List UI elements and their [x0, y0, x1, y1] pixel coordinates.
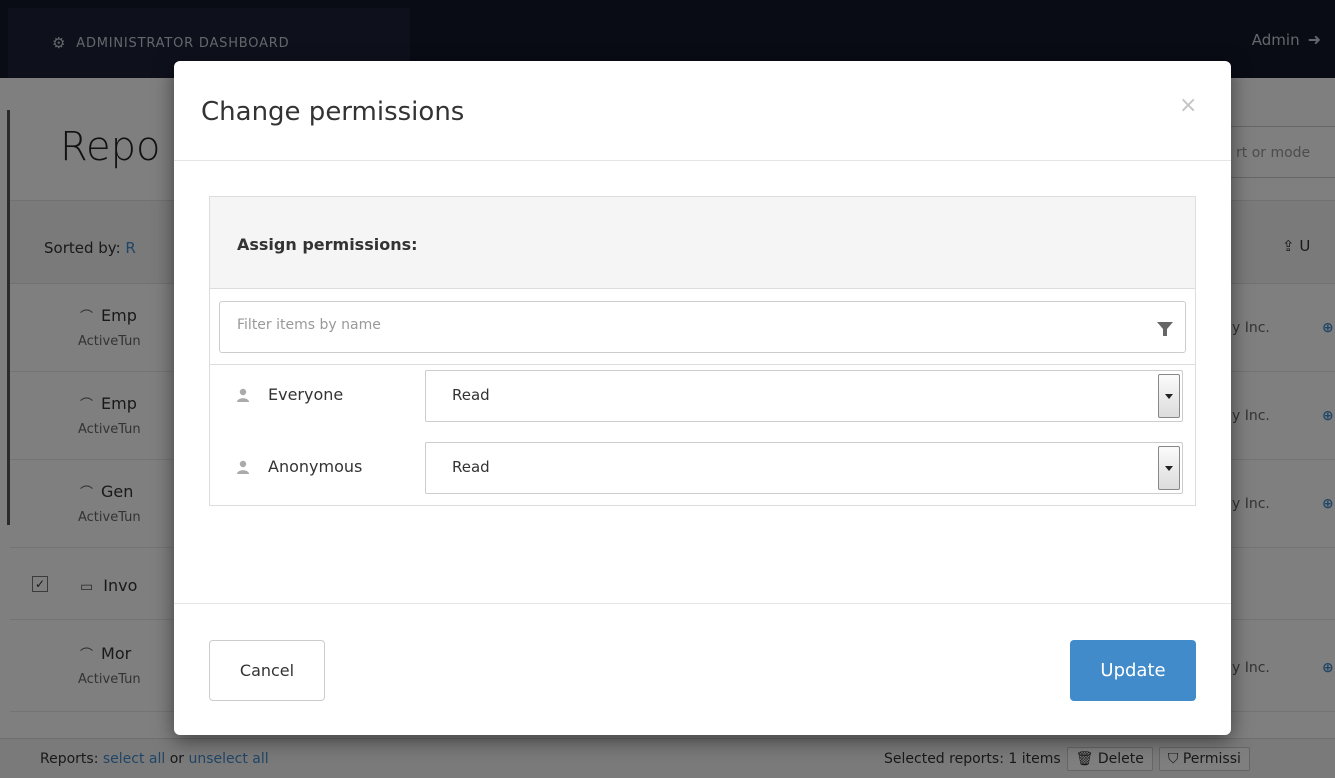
filter-icon [1157, 322, 1173, 336]
permissions-list: Everyone Read Anonymous Read [210, 364, 1195, 506]
close-icon[interactable]: × [1179, 93, 1197, 118]
cancel-button[interactable]: Cancel [209, 640, 325, 701]
modal-footer: Cancel Update [174, 603, 1231, 735]
permission-row: Everyone Read [210, 365, 1195, 435]
modal-header: Change permissions × [174, 61, 1231, 161]
permission-select[interactable]: Read [425, 370, 1183, 422]
user-icon [237, 460, 249, 474]
modal-title: Change permissions [201, 97, 465, 127]
permission-user-name: Anonymous [268, 457, 363, 476]
assign-permissions-panel: Assign permissions: Everyone Read [209, 196, 1196, 506]
change-permissions-dialog: Change permissions × Assign permissions:… [174, 61, 1231, 735]
update-button[interactable]: Update [1070, 640, 1196, 701]
permission-value: Read [452, 458, 490, 476]
panel-heading: Assign permissions: [210, 197, 1195, 289]
user-icon [237, 388, 249, 402]
permission-user-name: Everyone [268, 385, 344, 404]
dropdown-arrow-icon[interactable] [1158, 446, 1180, 490]
permission-select[interactable]: Read [425, 442, 1183, 494]
dropdown-arrow-icon[interactable] [1158, 374, 1180, 418]
permission-row: Anonymous Read [210, 437, 1195, 507]
filter-box[interactable] [219, 301, 1186, 353]
permission-value: Read [452, 386, 490, 404]
assign-permissions-title: Assign permissions: [237, 235, 418, 254]
filter-input[interactable] [237, 317, 1117, 333]
